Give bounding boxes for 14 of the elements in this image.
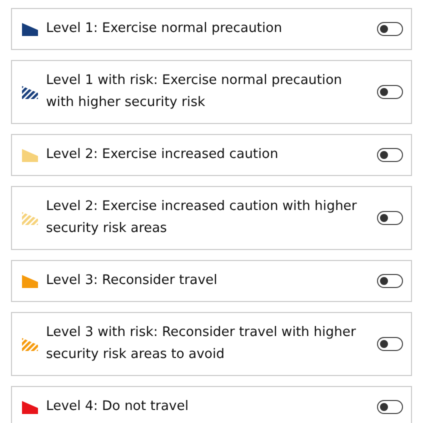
- level-label: Level 1: Exercise normal precaution: [46, 20, 284, 38]
- level-label: Level 2: Exercise increased caution: [46, 146, 280, 164]
- toggle-switch[interactable]: [377, 211, 403, 225]
- level-label: Level 2: Exercise increased caution with higher security risk areas: [46, 198, 358, 238]
- level-label: Level 4: Do not travel: [46, 398, 190, 416]
- toggle-switch[interactable]: [377, 85, 403, 99]
- level-label: Level 1 with risk: Exercise normal precaution with higher security risk: [46, 72, 344, 112]
- toggle-switch[interactable]: [377, 22, 403, 36]
- toggle-switch[interactable]: [377, 274, 403, 288]
- toggle-switch[interactable]: [377, 400, 403, 414]
- toggle-switch[interactable]: [377, 337, 403, 351]
- level-label: Level 3 with risk: Reconsider travel with higher security risk areas to avoid: [46, 324, 357, 364]
- toggle-switch[interactable]: [377, 148, 403, 162]
- level-label: Level 3: Reconsider travel: [46, 272, 218, 290]
